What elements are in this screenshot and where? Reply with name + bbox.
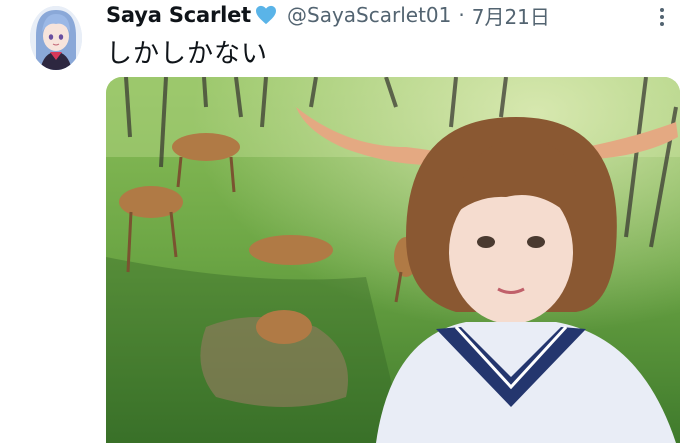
separator-dot: · (458, 3, 465, 27)
author-handle[interactable]: @SayaScarlet01 (287, 3, 451, 27)
author-display-name[interactable]: Saya Scarlet (106, 3, 251, 27)
tweet-date[interactable]: 7月21日 (472, 1, 550, 30)
anime-girl-avatar-icon (30, 6, 82, 70)
tweet-header: Saya Scarlet @SayaScarlet01 · 7月21日 (106, 0, 700, 30)
tweet-photo[interactable] (106, 77, 680, 443)
more-vertical-icon[interactable] (658, 6, 666, 28)
cosplay-selfie-with-deer-photo (106, 77, 680, 443)
author-avatar[interactable] (30, 6, 82, 70)
tweet-text: しかしかない (106, 39, 269, 69)
light-blue-heart-icon (256, 5, 276, 25)
